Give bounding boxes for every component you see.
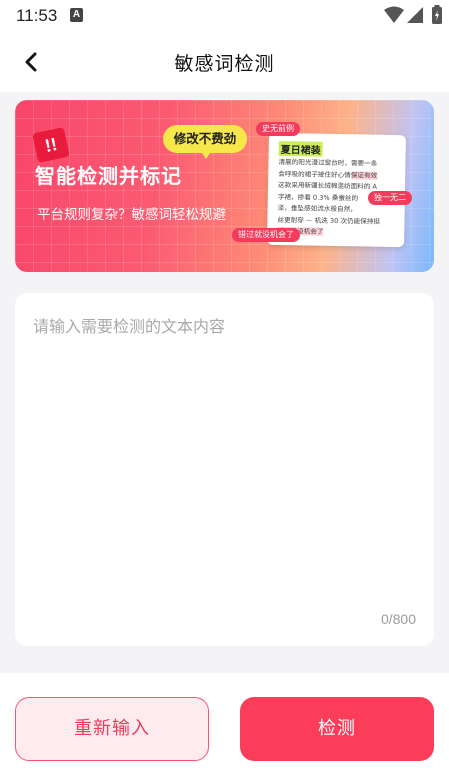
bottom-action-bar: 重新输入 检测 xyxy=(0,673,449,777)
banner-bubble: 修改不费劲 xyxy=(163,125,247,153)
reset-button[interactable]: 重新输入 xyxy=(15,697,209,761)
signal-icon xyxy=(407,7,423,23)
wifi-icon xyxy=(384,6,404,23)
banner-bubble-tail xyxy=(200,150,212,159)
text-input[interactable] xyxy=(33,313,413,593)
status-bar: 11:53 A xyxy=(0,0,449,32)
banner-tag-side: 独一无二 xyxy=(368,191,412,205)
text-input-card: 0/800 xyxy=(15,293,434,646)
detect-button[interactable]: 检测 xyxy=(240,697,434,761)
page-title: 敏感词检测 xyxy=(174,53,275,75)
banner-headline: 智能检测并标记 xyxy=(35,164,182,188)
banner-subline: 平台规则复杂？敏感词轻松规避 xyxy=(37,207,226,223)
card-highlight: 保证有效 xyxy=(350,170,378,180)
banner-tag-bottom: 错过就没机会了 xyxy=(232,228,300,242)
battery-icon xyxy=(432,5,442,24)
header: 敏感词检测 xyxy=(0,32,449,92)
banner-tag-top: 史无前例 xyxy=(256,122,300,136)
status-time: 11:53 xyxy=(16,6,58,25)
char-counter: 0/800 xyxy=(380,611,416,627)
notification-a-icon: A xyxy=(70,8,83,22)
card-title: 夏日裙装 xyxy=(278,140,323,157)
